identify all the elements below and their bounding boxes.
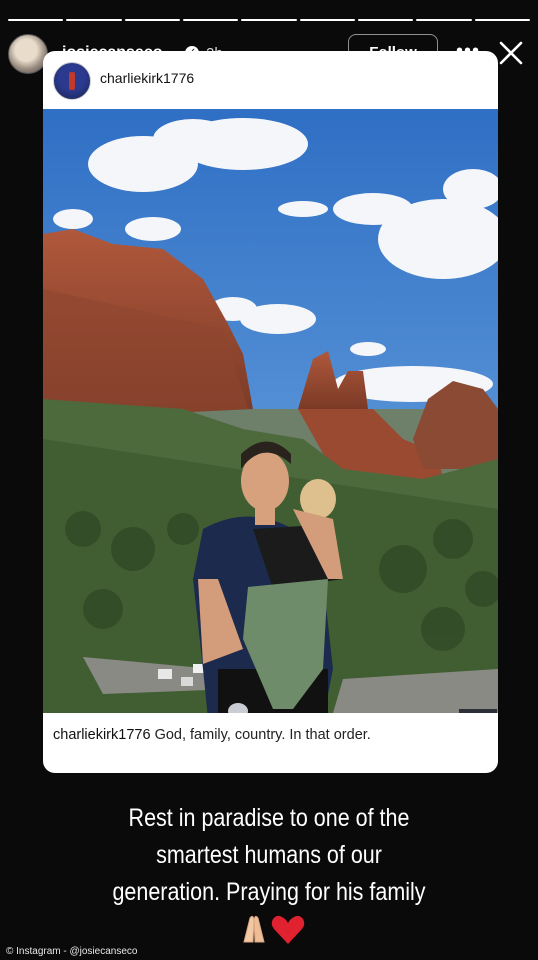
message-line-1: Rest in paradise to one of the	[128, 804, 410, 832]
post-avatar[interactable]	[53, 62, 91, 100]
close-icon[interactable]	[498, 40, 524, 66]
progress-segment	[474, 19, 530, 21]
praying-hands-icon	[243, 915, 265, 943]
story-text-overlay: Rest in paradise to one of the smartest …	[72, 800, 466, 911]
message-line-3: generation. Praying for his family	[112, 878, 426, 906]
message-line-2: smartest humans of our	[156, 841, 382, 869]
post-username[interactable]: charliekirk1776	[100, 70, 194, 86]
emoji-row	[243, 915, 305, 944]
story-progress-bar	[8, 19, 530, 21]
shared-post-card[interactable]: charliekirk1776 charliekirk1776 God, fam…	[43, 51, 498, 773]
post-caption: charliekirk1776 God, family, country. In…	[53, 727, 371, 743]
progress-segment	[124, 19, 180, 21]
progress-segment	[357, 19, 414, 21]
progress-segment	[241, 19, 297, 21]
shared-post-header: charliekirk1776	[43, 51, 498, 109]
progress-segment	[299, 19, 355, 21]
red-heart-icon	[271, 915, 305, 944]
progress-segment	[416, 19, 472, 21]
post-photo	[43, 109, 498, 713]
progress-segment	[66, 19, 122, 21]
caption-username[interactable]: charliekirk1776	[53, 727, 151, 743]
progress-segment	[8, 19, 64, 21]
avatar[interactable]	[8, 34, 48, 74]
photo-credit: © Instagram - @josiecanseco	[6, 946, 138, 957]
caption-text: God, family, country. In that order.	[154, 727, 371, 743]
progress-segment	[182, 19, 239, 21]
